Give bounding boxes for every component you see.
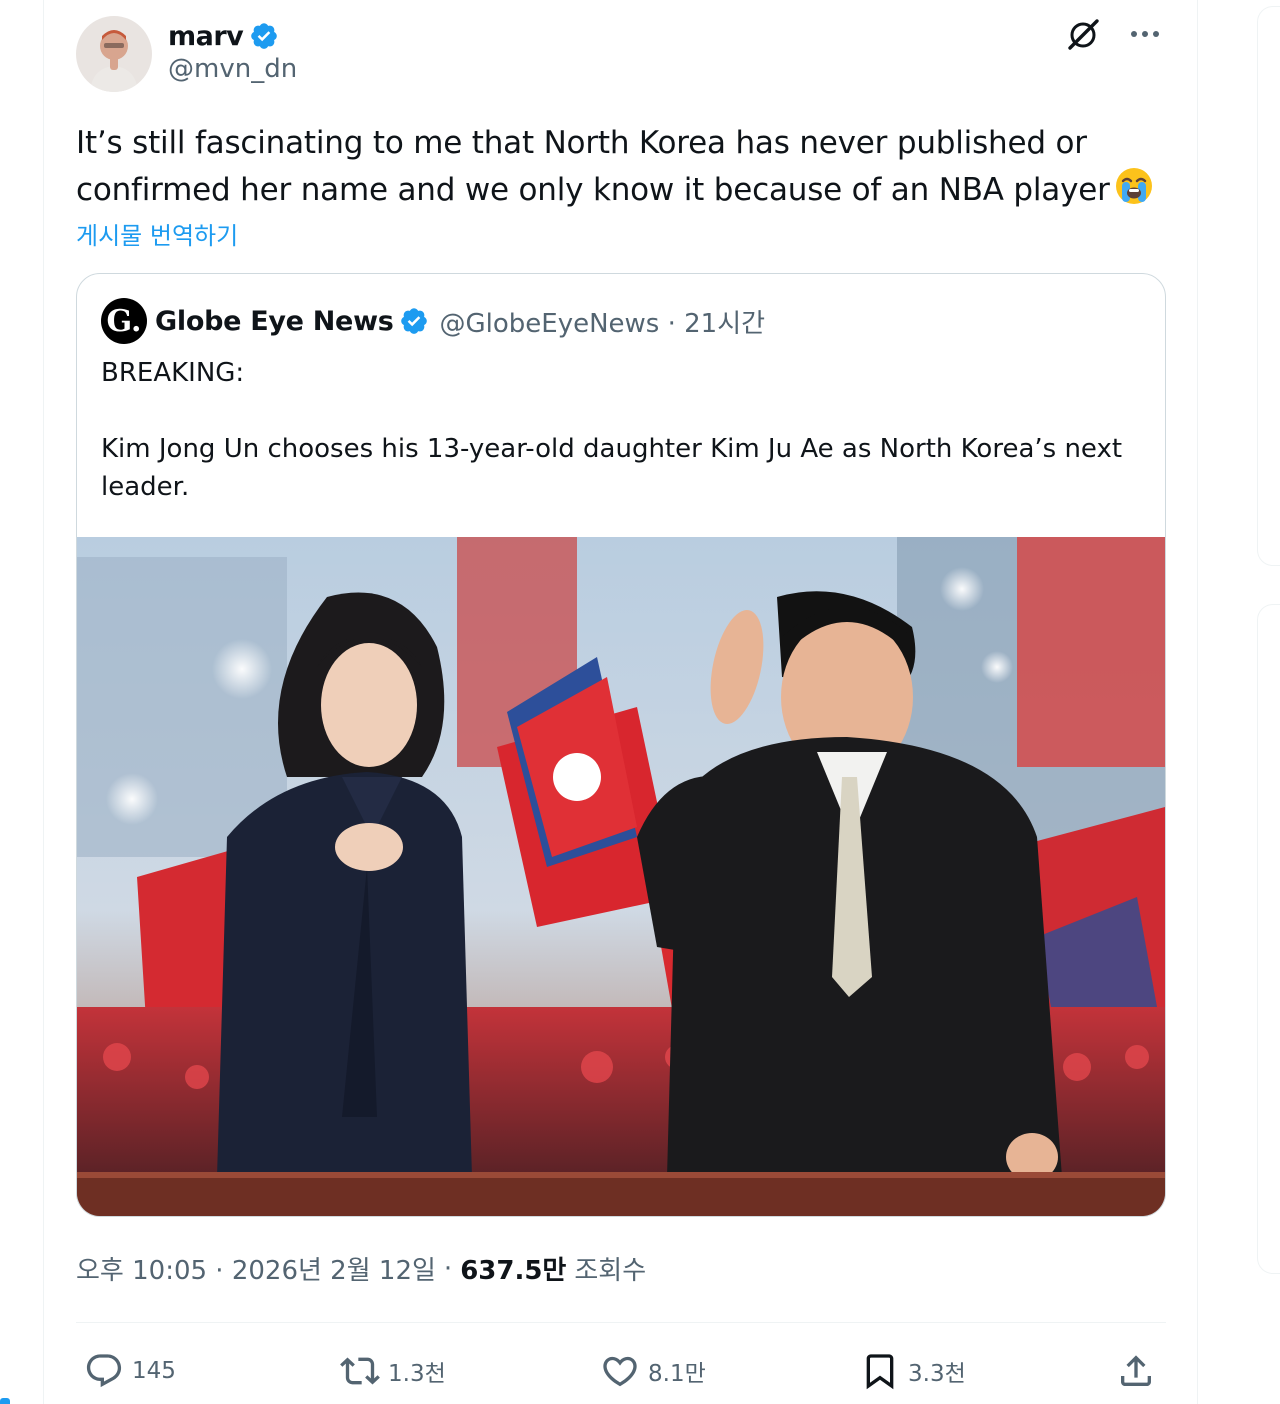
tweet-actions-bar: 145 1.3천 8.1만 3.3천 <box>76 1345 1166 1397</box>
author-handle[interactable]: @mvn_dn <box>168 54 297 84</box>
tweet: marv @mvn_dn It’s still fascinating to m… <box>44 0 1197 1404</box>
reply-count: 145 <box>132 1358 176 1384</box>
divider <box>76 1322 1166 1323</box>
more-button[interactable] <box>1125 14 1165 54</box>
avatar[interactable] <box>76 16 152 92</box>
tweet-timestamp[interactable]: 오후 10:05 · 2026년 2월 12일 <box>76 1250 436 1287</box>
views-label: 조회수 <box>574 1256 647 1286</box>
share-button[interactable] <box>1116 1345 1164 1397</box>
quoted-tweet-text: BREAKING: Kim Jong Un chooses his 13-yea… <box>101 358 1123 502</box>
grok-icon <box>1068 19 1099 50</box>
grok-button[interactable] <box>1063 14 1103 54</box>
meta-separator: · <box>443 1253 453 1284</box>
quoted-tweet-header: G. Globe Eye News @GlobeEyeNews · 21시간 <box>101 298 765 344</box>
bookmark-count: 3.3천 <box>908 1361 966 1387</box>
translate-post-link[interactable]: 게시물 번역하기 <box>76 216 238 251</box>
quoted-tweet[interactable]: G. Globe Eye News @GlobeEyeNews · 21시간 B… <box>76 273 1166 1217</box>
tweet-meta: 오후 10:05 · 2026년 2월 12일 · 637.5만 조회수 <box>76 1250 646 1287</box>
tweet-text: It’s still fascinating to me that North … <box>76 120 1166 219</box>
loudly-crying-face-icon <box>1114 166 1154 219</box>
more-icon <box>1131 31 1159 37</box>
verified-badge-icon <box>251 23 278 49</box>
quoted-tweet-photo[interactable] <box>77 537 1165 1216</box>
sidebar-card-bottom <box>1257 604 1280 1274</box>
bookmark-button[interactable]: 3.3천 <box>860 1345 966 1397</box>
bookmark-icon <box>866 1354 894 1390</box>
like-count: 8.1만 <box>648 1361 706 1387</box>
like-button[interactable]: 8.1만 <box>600 1345 706 1397</box>
like-icon <box>603 1356 637 1387</box>
sidebar-indicator <box>0 1398 10 1404</box>
retweet-icon <box>340 1357 380 1385</box>
verified-badge-icon <box>401 308 428 334</box>
reply-icon <box>86 1354 122 1388</box>
globe-eye-news-logo[interactable]: G. <box>101 298 147 344</box>
quoted-display-name[interactable]: Globe Eye News <box>155 306 394 337</box>
reply-button[interactable]: 145 <box>84 1345 176 1397</box>
share-icon <box>1121 1355 1151 1386</box>
tweet-top-actions <box>1063 14 1165 54</box>
sidebar-card-top <box>1257 6 1280 566</box>
quoted-handle-time[interactable]: @GlobeEyeNews · 21시간 <box>439 303 765 340</box>
right-column-border <box>1197 0 1198 1404</box>
views-count: 637.5만 <box>460 1256 567 1286</box>
author-block: marv @mvn_dn <box>168 16 297 85</box>
retweet-count: 1.3천 <box>388 1361 446 1387</box>
author-display-name[interactable]: marv <box>168 21 244 52</box>
retweet-button[interactable]: 1.3천 <box>340 1345 446 1397</box>
tweet-text-body: It’s still fascinating to me that North … <box>76 125 1110 208</box>
